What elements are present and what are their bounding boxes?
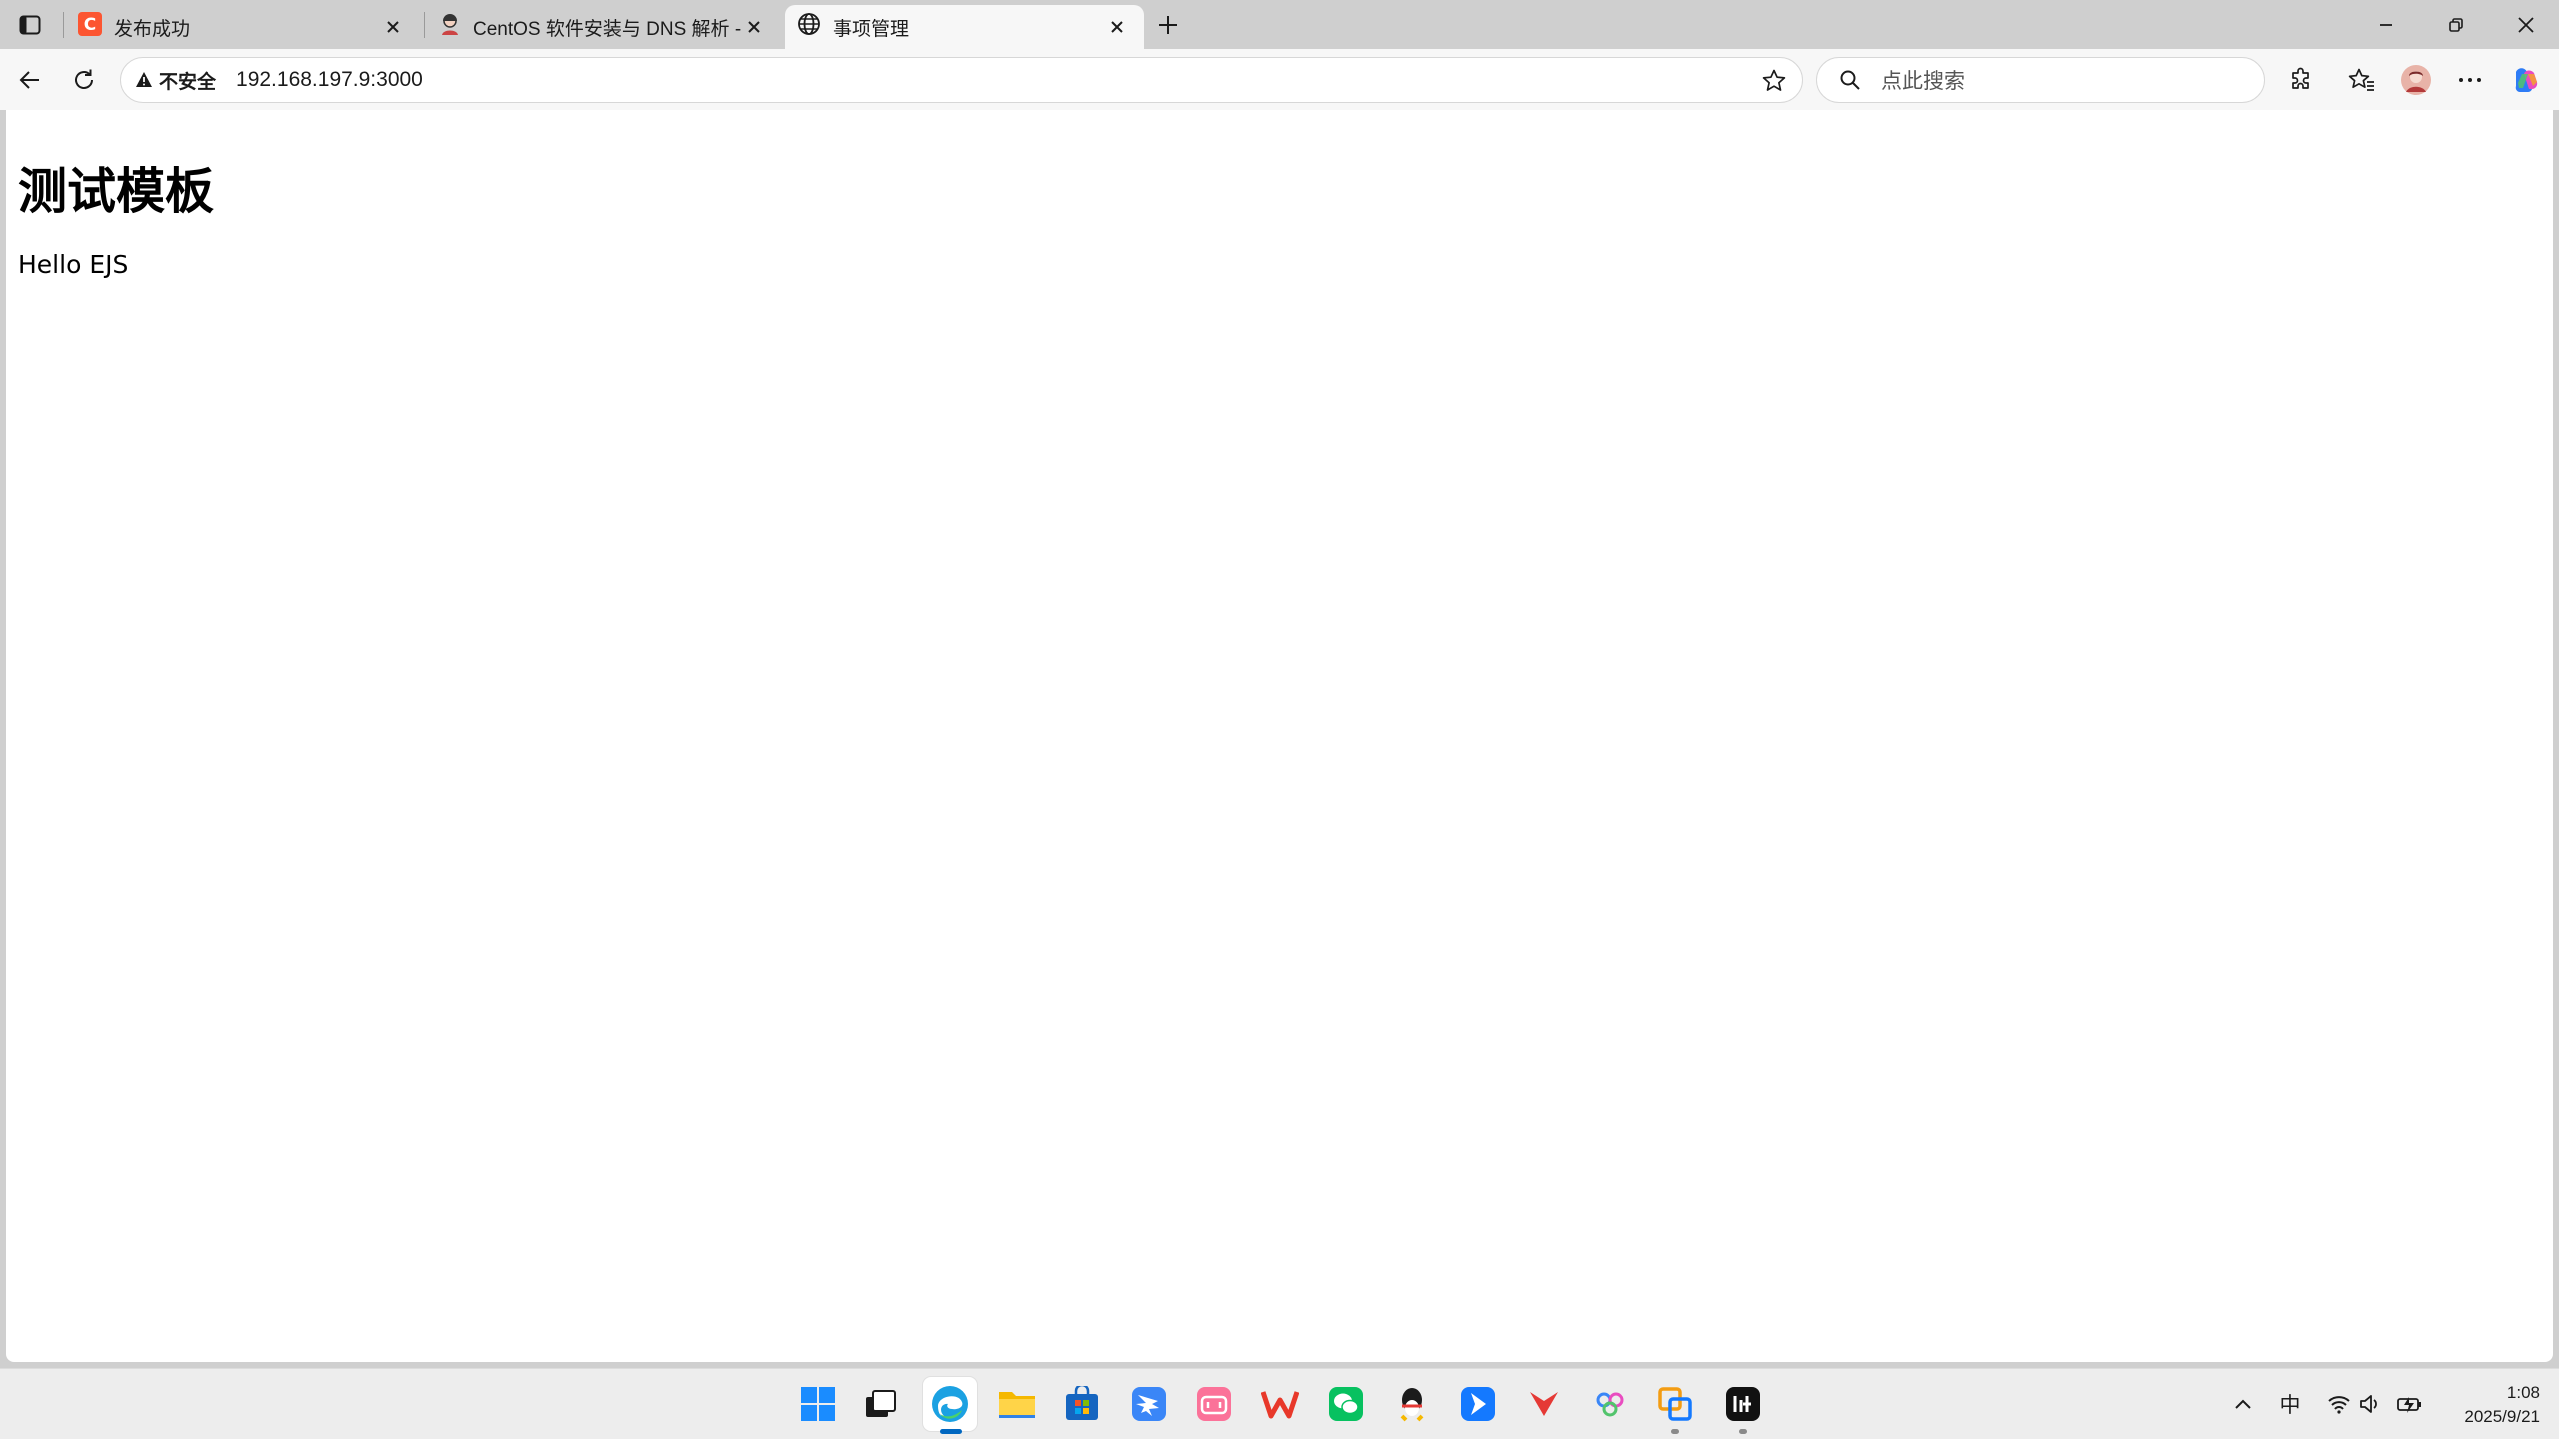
taskbar-cloud-app[interactable] — [1589, 1383, 1631, 1425]
tab-title: 事项管理 — [833, 18, 910, 40]
page-content: 测试模板 Hello EJS — [6, 110, 2553, 1362]
search-box[interactable]: 点此搜索 — [1816, 57, 2265, 103]
chevron-up-icon — [2235, 1399, 2251, 1409]
wechat-icon — [1329, 1387, 1363, 1421]
tab-title: CentOS 软件安装与 DNS 解析 - 王 — [473, 18, 741, 40]
page-heading: 测试模板 — [18, 163, 215, 220]
penguin-icon — [1400, 1388, 1424, 1422]
taskbar-store[interactable] — [1061, 1383, 1103, 1425]
csdn-icon: C — [78, 12, 102, 42]
security-label: 不安全 — [159, 71, 217, 93]
taskbar-vmware[interactable] — [1654, 1383, 1696, 1425]
refresh-button[interactable] — [65, 61, 103, 99]
windows-icon — [801, 1387, 835, 1421]
copilot-button[interactable] — [2507, 61, 2545, 99]
tab-publish-success[interactable]: C 发布成功 — [66, 5, 420, 49]
taskbar-bilibili[interactable] — [1193, 1383, 1235, 1425]
more-icon — [2459, 78, 2481, 82]
restore-button[interactable] — [2421, 0, 2491, 49]
store-icon — [1066, 1386, 1098, 1420]
star-icon — [1762, 69, 1786, 91]
close-icon[interactable] — [741, 14, 767, 40]
security-indicator[interactable]: 不安全 — [135, 67, 216, 94]
tab-title: 发布成功 — [114, 18, 191, 40]
volume-control[interactable] — [2355, 1389, 2385, 1419]
folder-icon — [999, 1392, 1035, 1418]
close-icon — [2518, 16, 2534, 33]
favorites-icon — [2348, 68, 2374, 91]
search-placeholder: 点此搜索 — [1881, 70, 1965, 93]
minimize-icon — [2380, 23, 2392, 26]
avatar-icon — [439, 12, 461, 42]
clock-date: 2025/9/21 — [2464, 1407, 2540, 1426]
tab-bar: C 发布成功 CentOS 软件安装与 DNS 解析 - 王 事项管理 — [0, 0, 2559, 49]
wifi-icon — [2328, 1396, 2350, 1414]
taskbar-dingtalk[interactable] — [1128, 1383, 1170, 1425]
task-view-button[interactable] — [860, 1383, 902, 1425]
browser-toolbar: 不安全 192.168.197.9:3000 点此搜索 — [0, 49, 2559, 110]
search-icon — [1840, 70, 1860, 90]
favorites-button[interactable] — [2343, 61, 2381, 99]
more-options-button[interactable] — [2451, 61, 2489, 99]
restore-icon — [2449, 17, 2463, 32]
refresh-icon — [75, 69, 93, 89]
puzzle-icon — [2292, 67, 2309, 89]
page-text: Hello EJS — [18, 250, 129, 279]
tab-actions-button[interactable] — [14, 10, 46, 40]
profile-button[interactable] — [2397, 61, 2435, 99]
edge-icon — [932, 1386, 968, 1422]
sidebar-toggle-icon — [19, 15, 41, 35]
active-app-indicator — [940, 1429, 962, 1434]
tab-centos-article[interactable]: CentOS 软件安装与 DNS 解析 - 王 — [427, 5, 781, 49]
taskbar-file-explorer[interactable] — [996, 1383, 1038, 1425]
taskbar-lark[interactable] — [1457, 1383, 1499, 1425]
warning-icon — [136, 72, 152, 87]
taskbar-edge[interactable] — [923, 1377, 977, 1431]
clock[interactable]: 1:08 2025/9/21 — [2420, 1381, 2540, 1429]
task-view-icon — [866, 1390, 896, 1417]
back-button[interactable] — [11, 61, 49, 99]
speaker-icon — [2360, 1395, 2377, 1413]
close-window-button[interactable] — [2491, 0, 2559, 49]
ime-indicator[interactable]: 中 — [2275, 1389, 2305, 1419]
clock-time: 1:08 — [2506, 1383, 2540, 1402]
minimize-button[interactable] — [2351, 0, 2421, 49]
bird-app-icon — [1132, 1387, 1166, 1421]
close-icon[interactable] — [380, 14, 406, 40]
wps-icon — [1261, 1391, 1299, 1419]
taskbar-qq[interactable] — [1391, 1383, 1433, 1425]
red-y-icon — [1530, 1392, 1558, 1416]
tab-separator — [424, 12, 425, 38]
show-hidden-icons-button[interactable] — [2228, 1389, 2258, 1419]
close-icon[interactable] — [1104, 14, 1130, 40]
vmware-icon — [1658, 1387, 1692, 1421]
taskbar-youdao[interactable] — [1523, 1383, 1565, 1425]
taskbar-wps[interactable] — [1259, 1383, 1301, 1425]
favorite-button[interactable] — [1760, 67, 1788, 95]
bilibili-icon — [1197, 1387, 1231, 1421]
network-status[interactable] — [2324, 1389, 2354, 1419]
taskbar-wechat[interactable] — [1325, 1383, 1367, 1425]
svg-text:C: C — [84, 15, 96, 35]
start-button[interactable] — [797, 1383, 839, 1425]
arrow-app-icon — [1461, 1387, 1495, 1421]
new-tab-button[interactable] — [1151, 8, 1185, 42]
avatar-icon — [2401, 65, 2431, 95]
tab-separator — [63, 12, 64, 38]
tab-task-manager[interactable]: 事项管理 — [785, 5, 1144, 49]
url-text[interactable]: 192.168.197.9:3000 — [236, 68, 423, 92]
capcut-icon — [1726, 1387, 1760, 1421]
arrow-left-icon — [19, 71, 39, 89]
globe-icon — [797, 12, 821, 42]
running-app-indicator — [1739, 1429, 1747, 1434]
running-app-indicator — [1671, 1429, 1679, 1434]
plus-icon — [1159, 16, 1177, 34]
taskbar-capcut[interactable] — [1722, 1383, 1764, 1425]
extensions-button[interactable] — [2282, 61, 2320, 99]
copilot-icon — [2515, 68, 2538, 92]
address-bar[interactable]: 不安全 192.168.197.9:3000 — [120, 57, 1803, 103]
taskbar: 中 1:08 2025/9/21 — [0, 1368, 2559, 1439]
cloud-icon — [1596, 1392, 1624, 1417]
